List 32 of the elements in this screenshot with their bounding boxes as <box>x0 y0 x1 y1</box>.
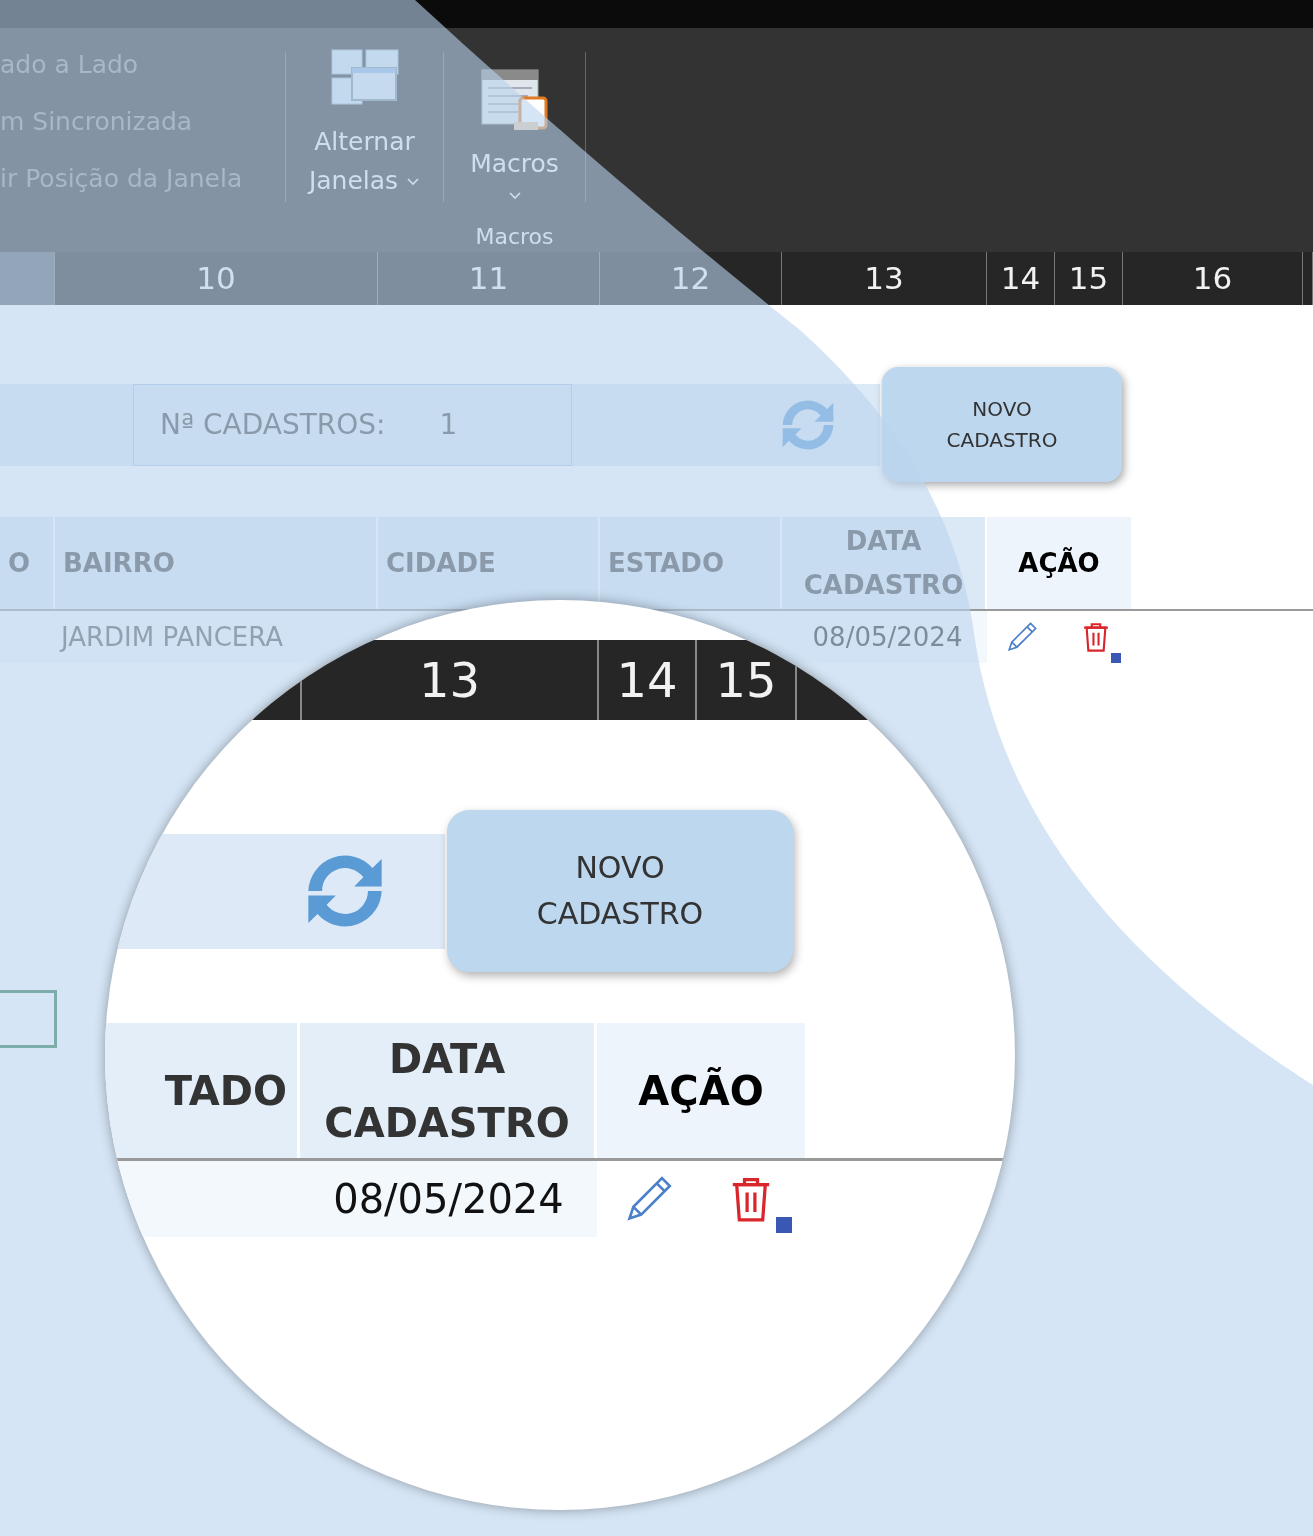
counter-label: Nª CADASTROS: <box>160 406 386 443</box>
column-header[interactable]: 13 <box>782 252 987 305</box>
windows-icon <box>329 48 400 106</box>
column-header[interactable]: 16 <box>1123 252 1303 305</box>
column-header[interactable]: 14 <box>987 252 1055 305</box>
column-header: CIDADE <box>378 517 600 609</box>
column-header[interactable]: 15 <box>695 640 795 720</box>
table-cell: JARDIM PANCERA <box>55 611 378 663</box>
cell-selection <box>0 990 57 1048</box>
table-cell: 08/05/2024 <box>782 611 987 663</box>
table-cell: 08/05/2024 <box>300 1161 597 1237</box>
counter-value: 1 <box>439 406 458 443</box>
column-header: ESTADO <box>600 517 782 609</box>
column-header: AÇÃO <box>987 517 1133 609</box>
chevron-down-icon <box>406 177 421 187</box>
resize-handle[interactable] <box>1111 653 1121 663</box>
group-label: Macros <box>475 223 554 251</box>
column-header[interactable]: 14 <box>597 640 695 720</box>
column-header: DATA CADASTRO <box>782 517 987 609</box>
pencil-icon[interactable] <box>1005 620 1039 654</box>
new-record-button[interactable]: NOVO CADASTRO <box>447 810 793 972</box>
macro-sheet-icon <box>479 68 550 132</box>
chevron-down-icon <box>507 191 522 201</box>
new-record-button[interactable]: NOVO CADASTRO <box>882 367 1122 482</box>
column-header: DATA CADASTRO <box>300 1023 597 1158</box>
column-header: O <box>0 517 55 609</box>
column-header: TADO <box>105 1023 300 1158</box>
column-header: AÇÃO <box>597 1023 808 1158</box>
column-header: BAIRRO <box>55 517 378 609</box>
column-header[interactable]: 13 <box>300 640 597 720</box>
resize-handle[interactable] <box>776 1217 792 1233</box>
column-header[interactable]: 15 <box>1055 252 1123 305</box>
